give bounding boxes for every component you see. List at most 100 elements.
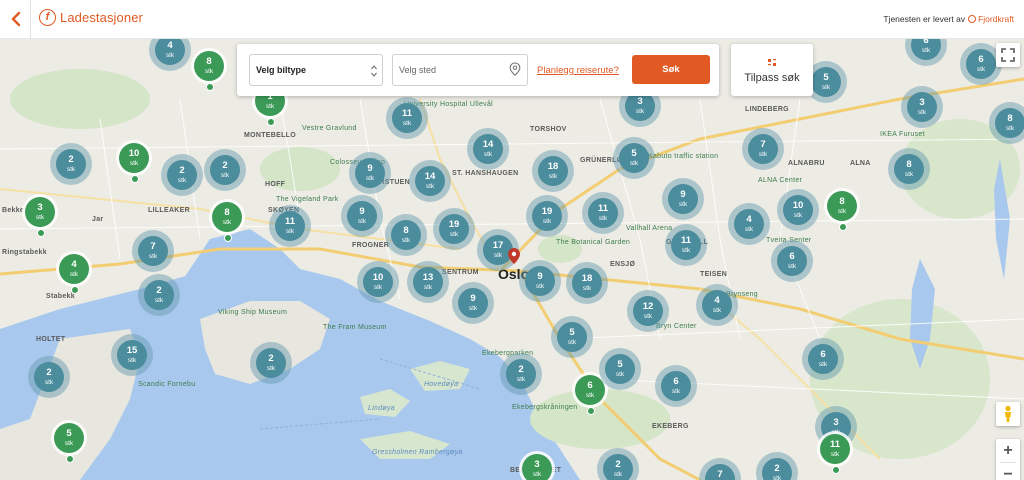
filter-sliders-icon	[768, 59, 776, 66]
charger-cluster[interactable]: 5 stk	[605, 354, 635, 384]
charger-cluster[interactable]: 9 stk	[525, 266, 555, 296]
charger-cluster[interactable]: 2 stk	[603, 454, 633, 480]
charger-cluster[interactable]: 14 stk	[473, 134, 503, 164]
charger-cluster[interactable]: 18 stk	[538, 156, 568, 186]
cluster-count: 7	[150, 240, 156, 252]
charger-cluster[interactable]: 8 stk	[212, 202, 242, 242]
charger-cluster[interactable]: 2 stk	[56, 149, 86, 179]
charger-cluster[interactable]: 6 stk	[661, 371, 691, 401]
charger-cluster[interactable]: 19 stk	[532, 201, 562, 231]
charger-cluster[interactable]: 11 stk	[392, 103, 422, 133]
cluster-unit: stk	[44, 378, 54, 386]
charger-cluster[interactable]: 10 stk	[783, 195, 813, 225]
cluster-unit: stk	[787, 262, 797, 270]
charger-cluster[interactable]: 18 stk	[572, 268, 602, 298]
cluster-count: 6	[789, 250, 795, 262]
vehicle-type-select[interactable]: Velg biltype	[249, 54, 383, 86]
cluster-count: 11	[284, 215, 296, 227]
cluster-count: 8	[1007, 112, 1013, 124]
charger-cluster[interactable]: 11 stk	[588, 198, 618, 228]
cluster-count: 10	[792, 199, 804, 211]
charger-cluster[interactable]: 9 stk	[355, 158, 385, 188]
charger-cluster[interactable]: 8 stk	[194, 51, 224, 91]
select-arrows-icon	[371, 65, 377, 77]
cluster-count: 2	[179, 164, 185, 176]
cluster-count: 6	[820, 348, 826, 360]
cluster-unit: stk	[629, 159, 639, 167]
charger-cluster[interactable]: 9 stk	[668, 184, 698, 214]
cluster-count: 2	[774, 462, 780, 474]
charger-cluster[interactable]: 2 stk	[762, 458, 792, 480]
charger-cluster[interactable]: 5 stk	[54, 423, 84, 463]
cluster-count: 3	[919, 96, 925, 108]
cluster-count: 4	[71, 258, 77, 270]
charger-cluster[interactable]: 2 stk	[210, 155, 240, 185]
place-label: Ringstabekk	[2, 249, 47, 256]
charger-cluster[interactable]: 5 stk	[811, 67, 841, 97]
charger-cluster[interactable]: 3 stk	[907, 92, 937, 122]
charger-cluster[interactable]: 7stk	[138, 236, 168, 266]
cluster-unit: stk	[681, 246, 691, 254]
charger-cluster[interactable]: 6 stk	[966, 49, 996, 79]
charger-cluster[interactable]: 15 stk	[117, 340, 147, 370]
charger-cluster[interactable]: 14 stk	[415, 166, 445, 196]
charger-cluster[interactable]: 8 stk	[827, 191, 857, 231]
charger-cluster[interactable]: 12 stk	[633, 296, 663, 326]
charger-cluster[interactable]: 2 stk	[256, 348, 286, 378]
cluster-count: 5	[569, 326, 575, 338]
street-view-button[interactable]	[996, 402, 1020, 426]
cluster-unit: stk	[976, 65, 986, 73]
charger-cluster[interactable]: 4 stk	[59, 254, 89, 294]
charger-cluster[interactable]: 3 stk	[522, 454, 552, 480]
charger-cluster[interactable]: 5 stk	[619, 143, 649, 173]
place-label: Jar	[92, 216, 104, 223]
poi-label: The Fram Museum	[323, 324, 387, 331]
charger-cluster[interactable]: 8 stk	[391, 220, 421, 250]
search-button[interactable]: Søk	[632, 55, 710, 84]
cluster-count: 6	[978, 53, 984, 65]
place-label: ST. HANSHAUGEN	[452, 170, 519, 177]
cluster-unit: stk	[678, 200, 688, 208]
charger-cluster[interactable]: 2 stk	[506, 359, 536, 389]
charger-cluster[interactable]: 9 stk	[458, 288, 488, 318]
charger-cluster[interactable]: 10 stk	[363, 267, 393, 297]
customize-search-button[interactable]: Tilpass søk	[731, 44, 813, 96]
map-pin-icon[interactable]	[509, 62, 521, 76]
charger-cluster[interactable]: 11 stk	[275, 211, 305, 241]
plan-route-link[interactable]: Planlegg reiserute?	[537, 65, 619, 76]
place-label: FROGNER	[352, 242, 390, 249]
charger-cluster[interactable]: 11 stk	[671, 230, 701, 260]
charger-cluster[interactable]: 6 stk	[777, 246, 807, 276]
charger-cluster[interactable]: 2 stk	[144, 280, 174, 310]
charger-cluster[interactable]: 19 stk	[439, 214, 469, 244]
charger-cluster[interactable]: 9 stk	[347, 201, 377, 231]
charger-cluster[interactable]: 8 stk	[995, 108, 1024, 138]
charger-cluster[interactable]: 2 stk	[167, 160, 197, 190]
map-canvas[interactable]: MONTEBELLO HOFF LILLEAKER SKØYEN FROGNER…	[0, 39, 1024, 480]
cluster-count: 11	[829, 438, 841, 450]
cluster-unit: stk	[532, 470, 542, 478]
charger-cluster[interactable]: 8 stk	[894, 154, 924, 184]
charger-cluster[interactable]: 5 stk	[557, 322, 587, 352]
charger-cluster[interactable]: 10 stk	[119, 143, 149, 183]
charger-cluster[interactable]: 7stk	[748, 134, 778, 164]
zoom-in-button[interactable]: +	[996, 439, 1020, 462]
fullscreen-button[interactable]	[996, 43, 1020, 67]
charger-cluster[interactable]: 3 stk	[25, 197, 55, 237]
charger-cluster[interactable]: 4 stk	[734, 209, 764, 239]
charger-cluster[interactable]: 6 stk	[808, 344, 838, 374]
provider-logo[interactable]: Fjordkraft	[968, 14, 1014, 24]
charger-cluster[interactable]: 6 stk	[575, 375, 605, 415]
place-label: ALNA	[850, 160, 871, 167]
cluster-unit: stk	[821, 83, 831, 91]
charger-cluster[interactable]: 4 stk	[702, 290, 732, 320]
charger-cluster[interactable]: 11 stk	[820, 434, 850, 474]
charger-cluster[interactable]: 13 stk	[413, 267, 443, 297]
cluster-count: 6	[673, 375, 679, 387]
zoom-out-button[interactable]: −	[996, 463, 1020, 480]
charger-cluster[interactable]: 2 stk	[34, 362, 64, 392]
cluster-count: 14	[482, 138, 494, 150]
place-input[interactable]	[392, 54, 528, 86]
back-button[interactable]	[8, 10, 26, 28]
cluster-count: 2	[615, 458, 621, 470]
